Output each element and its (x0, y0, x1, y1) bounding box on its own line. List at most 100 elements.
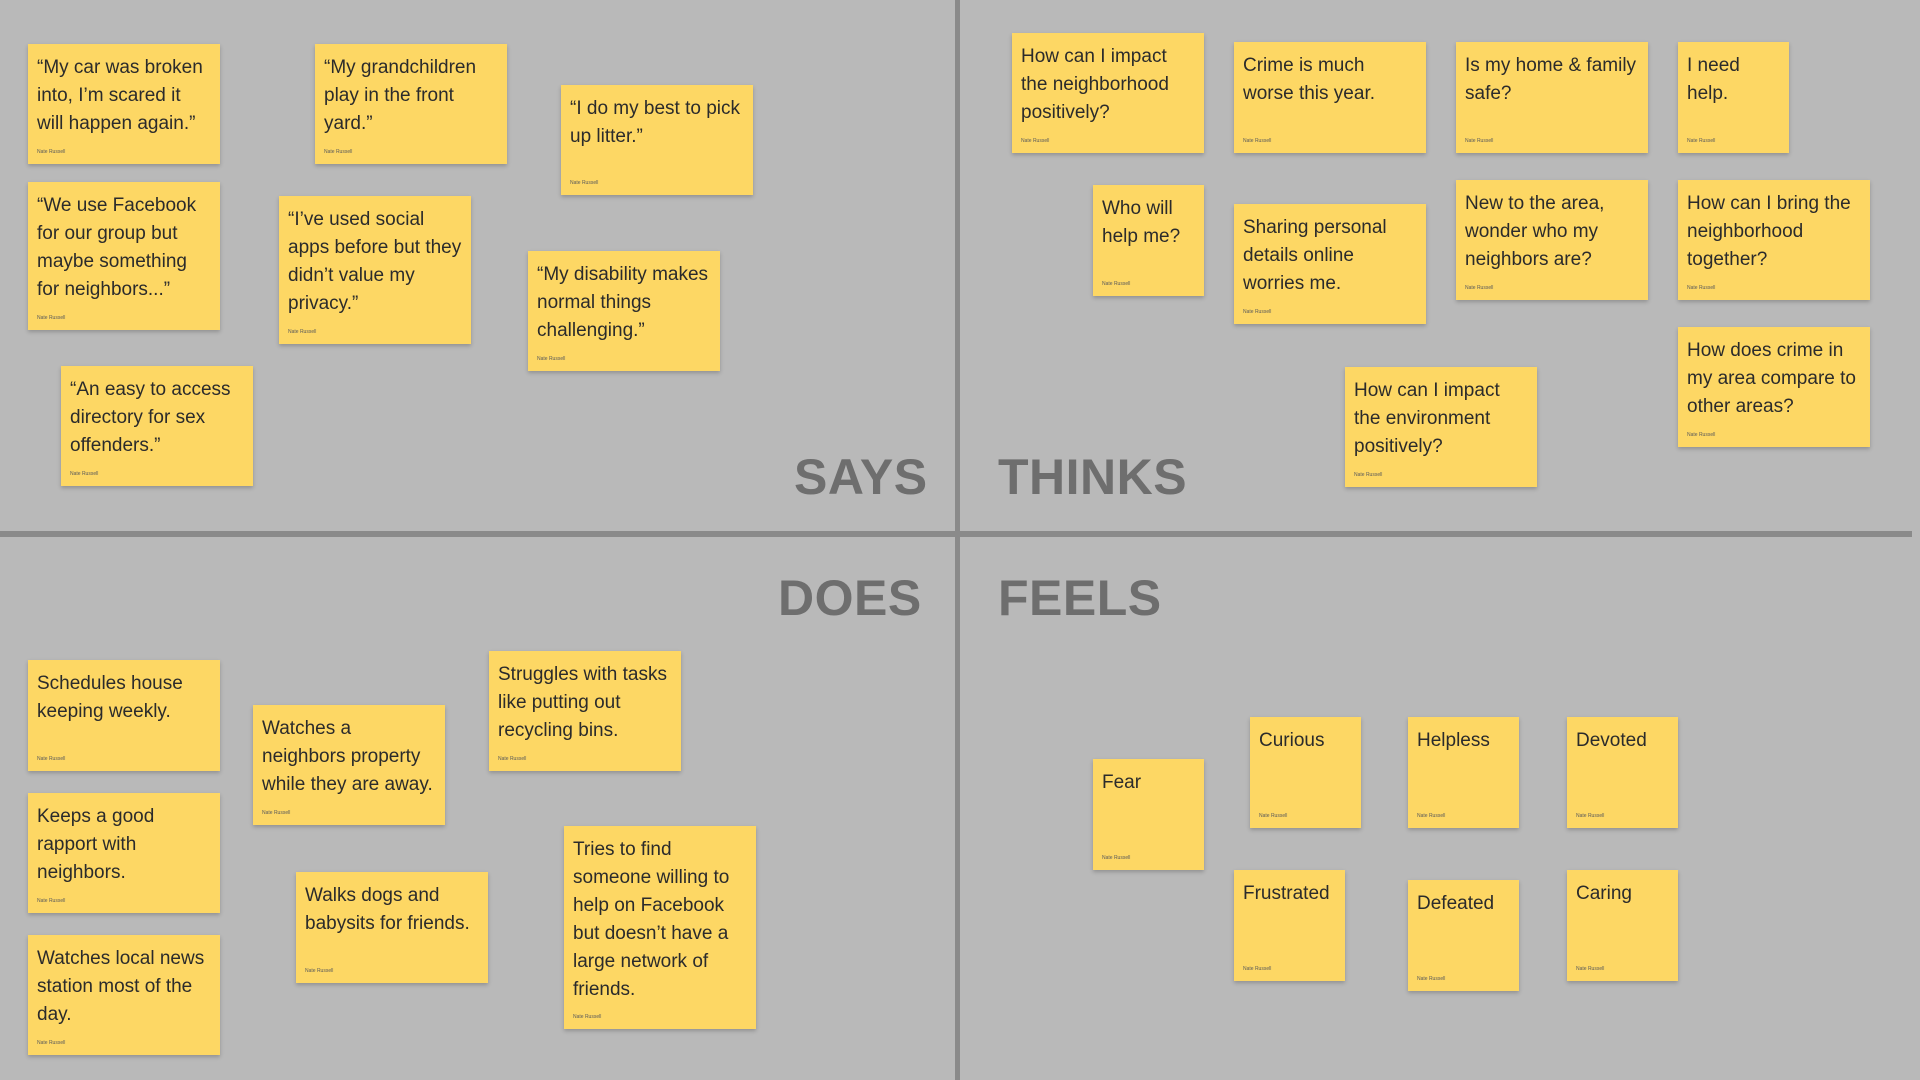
note-text: How can I bring the neighborhood togethe… (1687, 193, 1851, 270)
note-text: How can I impact the environment positiv… (1354, 380, 1500, 457)
empathy-map-board: SAYS THINKS DOES FEELS “My car was broke… (0, 0, 1920, 1080)
sticky-note-says[interactable]: “We use Facebook for our group but maybe… (28, 182, 220, 330)
note-author: Nate Russell (1576, 813, 1605, 819)
quadrant-label-feels: FEELS (998, 570, 1162, 626)
note-author: Nate Russell (573, 1014, 602, 1020)
sticky-note-does[interactable]: Watches a neighbors property while they … (253, 705, 445, 825)
note-author: Nate Russell (37, 1040, 66, 1046)
note-text: Fear (1102, 772, 1142, 793)
note-author: Nate Russell (1417, 976, 1446, 982)
note-author: Nate Russell (305, 968, 334, 974)
note-text: “An easy to access directory for sex off… (70, 379, 231, 456)
note-text: Caring (1576, 883, 1632, 904)
sticky-note-thinks[interactable]: Who will help me? Nate Russell (1093, 185, 1204, 296)
note-author: Nate Russell (1021, 138, 1050, 144)
sticky-note-feels[interactable]: Curious Nate Russell (1250, 717, 1361, 828)
note-author: Nate Russell (1102, 855, 1131, 861)
note-author: Nate Russell (70, 471, 99, 477)
note-text: Curious (1259, 730, 1325, 751)
note-author: Nate Russell (1243, 309, 1272, 315)
note-author: Nate Russell (1102, 281, 1131, 287)
note-author: Nate Russell (498, 756, 527, 762)
note-author: Nate Russell (37, 315, 66, 321)
sticky-note-thinks[interactable]: How does crime in my area compare to oth… (1678, 327, 1870, 447)
sticky-note-thinks[interactable]: New to the area, wonder who my neighbors… (1456, 180, 1648, 300)
note-text: “My car was broken into, I’m scared it w… (37, 57, 203, 134)
note-text: Sharing personal details online worries … (1243, 217, 1387, 294)
sticky-note-says[interactable]: “I do my best to pick up litter.” Nate R… (561, 85, 753, 195)
sticky-note-feels[interactable]: Fear Nate Russell (1093, 759, 1204, 870)
note-text: Is my home & family safe? (1465, 55, 1637, 104)
note-text: Defeated (1417, 893, 1495, 914)
sticky-note-feels[interactable]: Frustrated Nate Russell (1234, 870, 1345, 981)
sticky-note-does[interactable]: Keeps a good rapport with neighbors. Nat… (28, 793, 220, 913)
note-text: “I’ve used social apps before but they d… (288, 209, 462, 314)
note-text: “I do my best to pick up litter.” (570, 98, 741, 147)
sticky-note-thinks[interactable]: How can I impact the neighborhood positi… (1012, 33, 1204, 153)
note-text: New to the area, wonder who my neighbors… (1465, 193, 1605, 270)
sticky-note-feels[interactable]: Defeated Nate Russell (1408, 880, 1519, 991)
sticky-note-feels[interactable]: Devoted Nate Russell (1567, 717, 1678, 828)
note-author: Nate Russell (1576, 966, 1605, 972)
note-text: Walks dogs and babysits for friends. (305, 885, 470, 934)
note-text: Frustrated (1243, 883, 1330, 904)
note-text: Struggles with tasks like putting out re… (498, 664, 667, 741)
sticky-note-says[interactable]: “An easy to access directory for sex off… (61, 366, 253, 486)
note-author: Nate Russell (1687, 432, 1716, 438)
note-author: Nate Russell (1259, 813, 1288, 819)
note-author: Nate Russell (1687, 285, 1716, 291)
note-text: “We use Facebook for our group but maybe… (37, 195, 197, 300)
quadrant-label-says: SAYS (794, 449, 928, 505)
note-text: Helpless (1417, 730, 1490, 751)
sticky-note-does[interactable]: Watches local news station most of the d… (28, 935, 220, 1055)
horizontal-divider (0, 531, 1912, 537)
note-author: Nate Russell (1465, 285, 1494, 291)
sticky-note-feels[interactable]: Caring Nate Russell (1567, 870, 1678, 981)
sticky-note-thinks[interactable]: How can I impact the environment positiv… (1345, 367, 1537, 487)
note-author: Nate Russell (262, 810, 291, 816)
note-author: Nate Russell (1354, 472, 1383, 478)
sticky-note-says[interactable]: “My car was broken into, I’m scared it w… (28, 44, 220, 164)
note-text: I need help. (1687, 55, 1740, 104)
note-author: Nate Russell (570, 180, 599, 186)
note-author: Nate Russell (537, 356, 566, 362)
quadrant-label-thinks: THINKS (998, 449, 1188, 505)
note-author: Nate Russell (288, 329, 317, 335)
note-author: Nate Russell (1687, 138, 1716, 144)
note-text: Keeps a good rapport with neighbors. (37, 806, 155, 883)
note-author: Nate Russell (1243, 966, 1272, 972)
sticky-note-says[interactable]: “My disability makes normal things chall… (528, 251, 720, 371)
sticky-note-feels[interactable]: Helpless Nate Russell (1408, 717, 1519, 828)
sticky-note-does[interactable]: Schedules house keeping weekly. Nate Rus… (28, 660, 220, 771)
note-author: Nate Russell (1243, 138, 1272, 144)
note-text: How does crime in my area compare to oth… (1687, 340, 1856, 417)
note-text: Crime is much worse this year. (1243, 55, 1375, 104)
sticky-note-says[interactable]: “I’ve used social apps before but they d… (279, 196, 471, 344)
sticky-note-says[interactable]: “My grandchildren play in the front yard… (315, 44, 507, 164)
sticky-note-does[interactable]: Tries to find someone willing to help on… (564, 826, 756, 1029)
sticky-note-thinks[interactable]: Crime is much worse this year. Nate Russ… (1234, 42, 1426, 153)
quadrant-label-does: DOES (778, 570, 922, 626)
sticky-note-does[interactable]: Walks dogs and babysits for friends. Nat… (296, 872, 488, 983)
note-author: Nate Russell (37, 756, 66, 762)
note-author: Nate Russell (37, 149, 66, 155)
note-text: “My grandchildren play in the front yard… (324, 57, 477, 134)
vertical-divider (955, 0, 960, 1080)
note-text: Watches a neighbors property while they … (262, 718, 433, 795)
note-author: Nate Russell (324, 149, 353, 155)
sticky-note-does[interactable]: Struggles with tasks like putting out re… (489, 651, 681, 771)
note-author: Nate Russell (1465, 138, 1494, 144)
note-text: Devoted (1576, 730, 1647, 751)
note-author: Nate Russell (1417, 813, 1446, 819)
sticky-note-thinks[interactable]: How can I bring the neighborhood togethe… (1678, 180, 1870, 300)
note-text: Watches local news station most of the d… (37, 948, 205, 1025)
note-text: How can I impact the neighborhood positi… (1021, 46, 1169, 123)
note-text: “My disability makes normal things chall… (537, 264, 709, 341)
note-text: Schedules house keeping weekly. (37, 673, 183, 722)
sticky-note-thinks[interactable]: Sharing personal details online worries … (1234, 204, 1426, 324)
sticky-note-thinks[interactable]: I need help. Nate Russell (1678, 42, 1789, 153)
sticky-note-thinks[interactable]: Is my home & family safe? Nate Russell (1456, 42, 1648, 153)
note-text: Who will help me? (1102, 198, 1181, 247)
note-text: Tries to find someone willing to help on… (573, 839, 730, 1000)
note-author: Nate Russell (37, 898, 66, 904)
